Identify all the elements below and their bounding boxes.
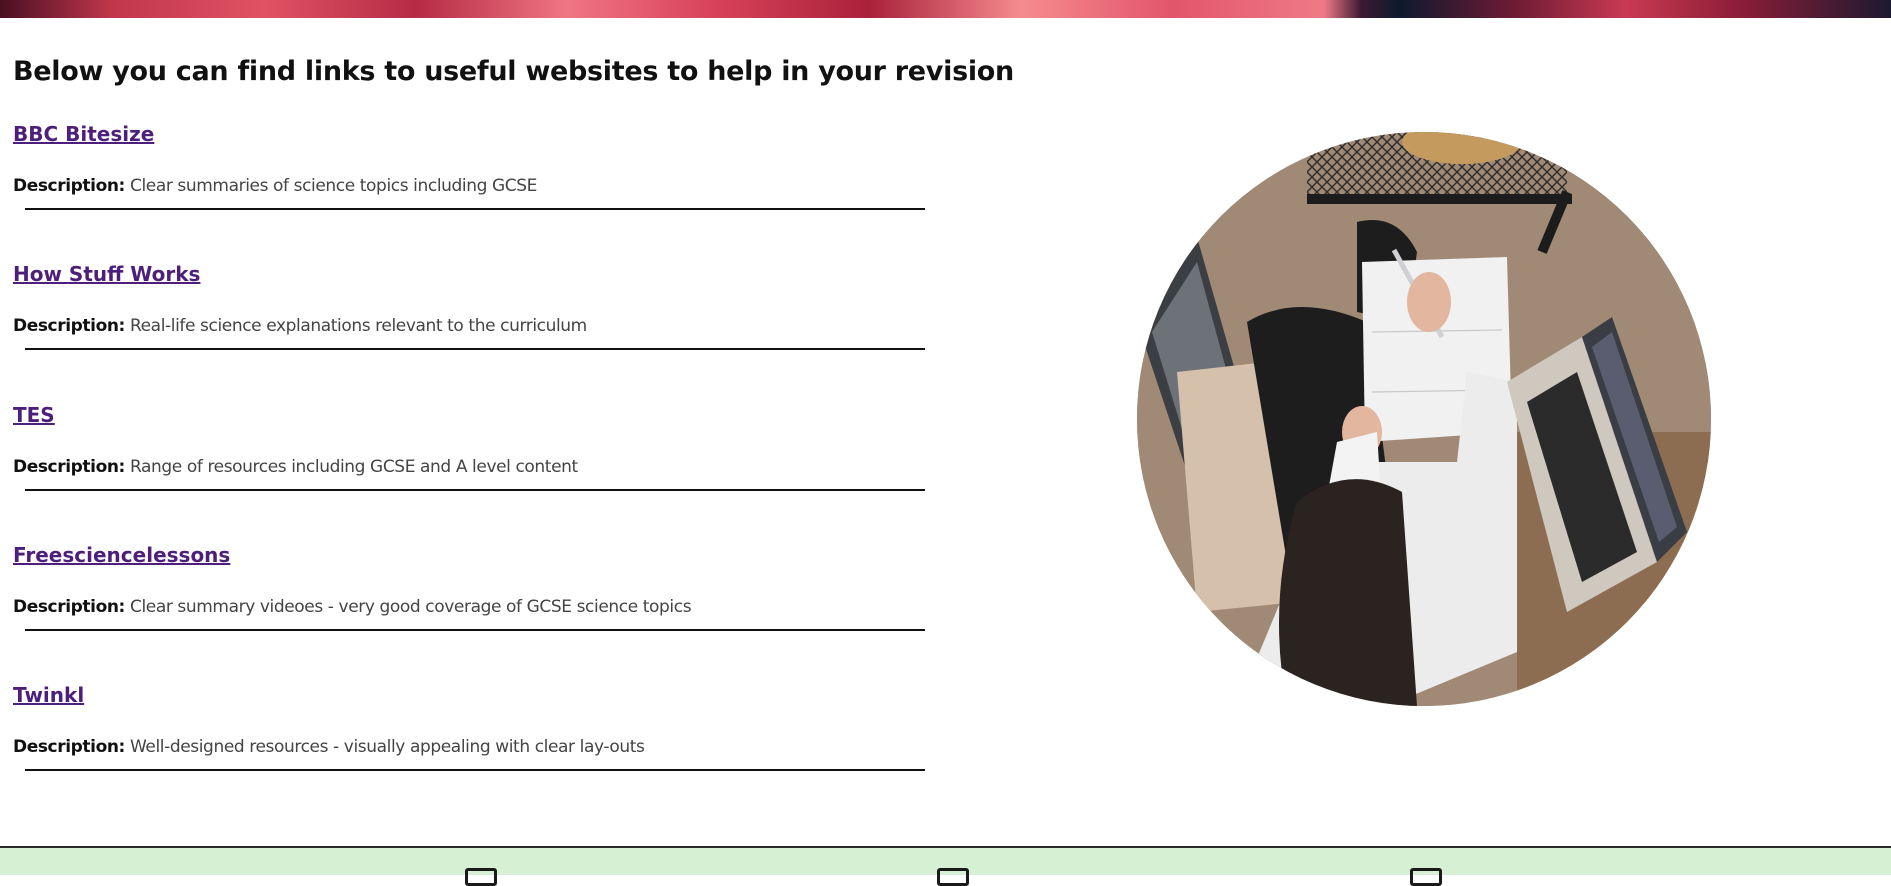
divider — [25, 629, 925, 631]
description-text: Clear summary videoes - very good covera… — [129, 597, 692, 617]
resource-link-how-stuff-works[interactable]: How Stuff Works — [13, 262, 933, 286]
resource-description: Description: Real-life science explanati… — [13, 316, 587, 336]
hero-image-strip — [0, 0, 1891, 18]
description-text: Real-life science explanations relevant … — [129, 316, 587, 336]
photo-illustration — [1137, 132, 1711, 706]
divider — [25, 208, 925, 210]
resource-item-freesciencelessons: Freesciencelessons Description: Clear su… — [13, 543, 933, 631]
divider — [25, 769, 925, 771]
resource-item-bbc-bitesize: BBC Bitesize Description: Clear summarie… — [13, 122, 933, 210]
resource-link-twinkl[interactable]: Twinkl — [13, 683, 933, 707]
resource-item-twinkl: Twinkl Description: Well-designed resour… — [13, 683, 933, 771]
description-label: Description: — [13, 597, 125, 617]
resource-link-tes[interactable]: TES — [13, 403, 933, 427]
description-label: Description: — [13, 176, 125, 196]
description-label: Description: — [13, 457, 125, 477]
resource-item-how-stuff-works: How Stuff Works Description: Real-life s… — [13, 262, 933, 350]
description-text: Well-designed resources - visually appea… — [129, 737, 645, 757]
page-title: Below you can find links to useful websi… — [13, 56, 1014, 87]
student-studying-photo — [1137, 132, 1711, 706]
description-text: Range of resources including GCSE and A … — [129, 457, 578, 477]
resource-description: Description: Well-designed resources - v… — [13, 737, 645, 757]
footer-icon[interactable] — [1410, 868, 1442, 886]
description-text: Clear summaries of science topics includ… — [129, 176, 537, 196]
divider — [25, 348, 925, 350]
resource-item-tes: TES Description: Range of resources incl… — [13, 403, 933, 491]
divider — [25, 489, 925, 491]
description-label: Description: — [13, 737, 125, 757]
footer-icon[interactable] — [937, 868, 969, 886]
resource-description: Description: Clear summary videoes - ver… — [13, 597, 692, 617]
resource-description: Description: Clear summaries of science … — [13, 176, 537, 196]
resource-link-bbc-bitesize[interactable]: BBC Bitesize — [13, 122, 933, 146]
resource-link-freesciencelessons[interactable]: Freesciencelessons — [13, 543, 933, 567]
footer-icon[interactable] — [465, 868, 497, 886]
resource-description: Description: Range of resources includin… — [13, 457, 578, 477]
description-label: Description: — [13, 316, 125, 336]
